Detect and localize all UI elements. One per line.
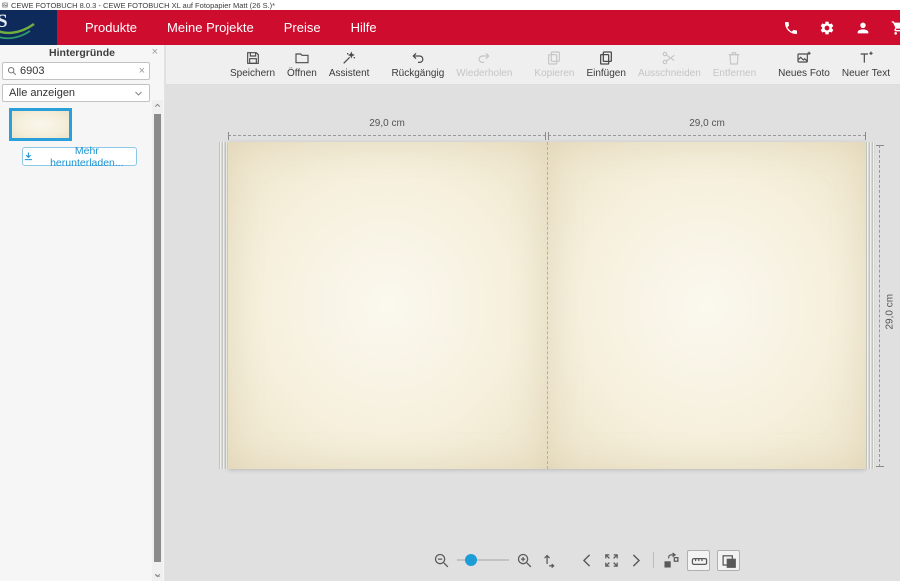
panel-close-icon[interactable]: × xyxy=(152,47,158,58)
copy-icon xyxy=(546,50,562,66)
new-text-button[interactable]: Neuer Text xyxy=(836,50,896,79)
panel-title: Hintergründe xyxy=(49,47,115,59)
undo-label: Rückgängig xyxy=(391,68,444,79)
paste-icon xyxy=(598,50,614,66)
menu-item-preise[interactable]: Preise xyxy=(284,20,321,35)
search-icon xyxy=(7,66,17,76)
menu-items: Produkte Meine Projekte Preise Hilfe xyxy=(85,10,377,45)
center-fold-line xyxy=(547,142,548,469)
dimension-line-top-left xyxy=(228,135,546,136)
dimension-right: 29,0 cm xyxy=(885,282,896,330)
cart-icon[interactable] xyxy=(891,20,900,36)
paste-label: Einfügen xyxy=(586,68,625,79)
window-title: CEWE FOTOBUCH 8.0.3 - CEWE FOTOBUCH XL a… xyxy=(11,1,275,10)
edit-toolbar: Speichern Öffnen Assistent Rückgängig Wi… xyxy=(166,45,900,85)
cut-label: Ausschneiden xyxy=(638,68,701,79)
save-button[interactable]: Speichern xyxy=(224,50,281,79)
copy-label: Kopieren xyxy=(534,68,574,79)
trash-icon xyxy=(726,50,742,66)
zoom-in-icon[interactable] xyxy=(516,552,533,569)
open-label: Öffnen xyxy=(287,68,317,79)
page-stack-right-edge xyxy=(866,142,875,469)
new-text-label: Neuer Text xyxy=(842,68,890,79)
phone-icon[interactable] xyxy=(783,20,799,36)
zoom-slider[interactable] xyxy=(457,554,509,566)
background-search[interactable]: × xyxy=(2,62,150,80)
user-icon[interactable] xyxy=(855,20,871,36)
new-photo-button[interactable]: Neues Foto xyxy=(772,50,836,79)
page-stack-left-edge xyxy=(219,142,228,469)
new-map-button[interactable]: Neue Landkarte xyxy=(896,50,900,79)
scroll-down-icon[interactable] xyxy=(152,570,163,581)
download-more-button[interactable]: Mehr herunterladen... xyxy=(22,147,137,166)
dimension-top-right: 29,0 cm xyxy=(548,118,866,129)
menu-item-hilfe[interactable]: Hilfe xyxy=(351,20,377,35)
undo-button[interactable]: Rückgängig xyxy=(385,50,450,79)
redo-label: Wiederholen xyxy=(456,68,512,79)
scissors-icon xyxy=(661,50,677,66)
window-titlebar: CEWE FOTOBUCH 8.0.3 - CEWE FOTOBUCH XL a… xyxy=(0,0,900,10)
ruler-icon xyxy=(691,553,706,568)
redo-icon xyxy=(476,50,492,66)
zoom-out-icon[interactable] xyxy=(433,552,450,569)
brand-logo-swoosh-icon xyxy=(0,22,40,44)
menu-item-meine-projekte[interactable]: Meine Projekte xyxy=(167,20,254,35)
chevron-down-icon xyxy=(134,89,143,98)
next-page-icon[interactable] xyxy=(627,552,644,569)
dimension-line-top-right xyxy=(548,135,866,136)
search-clear-icon[interactable]: × xyxy=(139,66,145,77)
magic-wand-icon xyxy=(341,50,357,66)
cut-button[interactable]: Ausschneiden xyxy=(632,50,707,79)
backgrounds-panel: Hintergründe × × Alle anzeigen Mehr heru… xyxy=(0,45,165,581)
filter-value: Alle anzeigen xyxy=(9,87,75,99)
brand-logo[interactable]: S xyxy=(0,10,57,45)
previous-page-icon[interactable] xyxy=(579,552,596,569)
background-thumbnail-selected[interactable] xyxy=(9,108,72,141)
scroll-up-icon[interactable] xyxy=(152,100,163,111)
panel-header: Hintergründe × xyxy=(0,45,164,61)
assistant-label: Assistent xyxy=(329,68,370,79)
page-right[interactable] xyxy=(547,142,866,469)
gear-icon[interactable] xyxy=(819,20,835,36)
menu-item-produkte[interactable]: Produkte xyxy=(85,20,137,35)
app-icon xyxy=(2,2,8,8)
ruler-toggle[interactable] xyxy=(687,550,710,571)
scrollbar-thumb[interactable] xyxy=(154,114,161,562)
open-button[interactable]: Öffnen xyxy=(281,50,323,79)
dimension-top-left: 29,0 cm xyxy=(228,118,546,129)
sidebar-scrollbar[interactable] xyxy=(152,100,163,581)
new-photo-icon xyxy=(796,50,812,66)
view-controls xyxy=(433,548,740,572)
book-spread xyxy=(228,142,866,469)
fullscreen-icon[interactable] xyxy=(603,552,620,569)
save-icon xyxy=(245,50,261,66)
new-text-icon xyxy=(858,50,874,66)
download-icon xyxy=(23,151,34,162)
menubar-icons xyxy=(783,10,900,45)
new-photo-label: Neues Foto xyxy=(778,68,830,79)
page-sorter-icon[interactable] xyxy=(663,552,680,569)
view-separator xyxy=(653,552,654,568)
background-filter-select[interactable]: Alle anzeigen xyxy=(2,84,150,102)
dimension-line-right xyxy=(879,145,880,467)
folder-icon xyxy=(294,50,310,66)
download-more-label: Mehr herunterladen... xyxy=(38,145,136,169)
zoom-fit-icon[interactable] xyxy=(540,552,557,569)
copy-button[interactable]: Kopieren xyxy=(528,50,580,79)
undo-icon xyxy=(410,50,426,66)
paste-button[interactable]: Einfügen xyxy=(580,50,631,79)
search-input[interactable] xyxy=(17,65,139,77)
zoom-slider-knob[interactable] xyxy=(465,554,477,566)
delete-button[interactable]: Entfernen xyxy=(707,50,762,79)
main-menubar: S Produkte Meine Projekte Preise Hilfe xyxy=(0,10,900,45)
save-label: Speichern xyxy=(230,68,275,79)
spread-view-toggle[interactable] xyxy=(717,550,740,571)
pages-icon xyxy=(721,553,736,568)
page-left[interactable] xyxy=(228,142,547,469)
redo-button[interactable]: Wiederholen xyxy=(450,50,518,79)
delete-label: Entfernen xyxy=(713,68,756,79)
assistant-button[interactable]: Assistent xyxy=(323,50,376,79)
